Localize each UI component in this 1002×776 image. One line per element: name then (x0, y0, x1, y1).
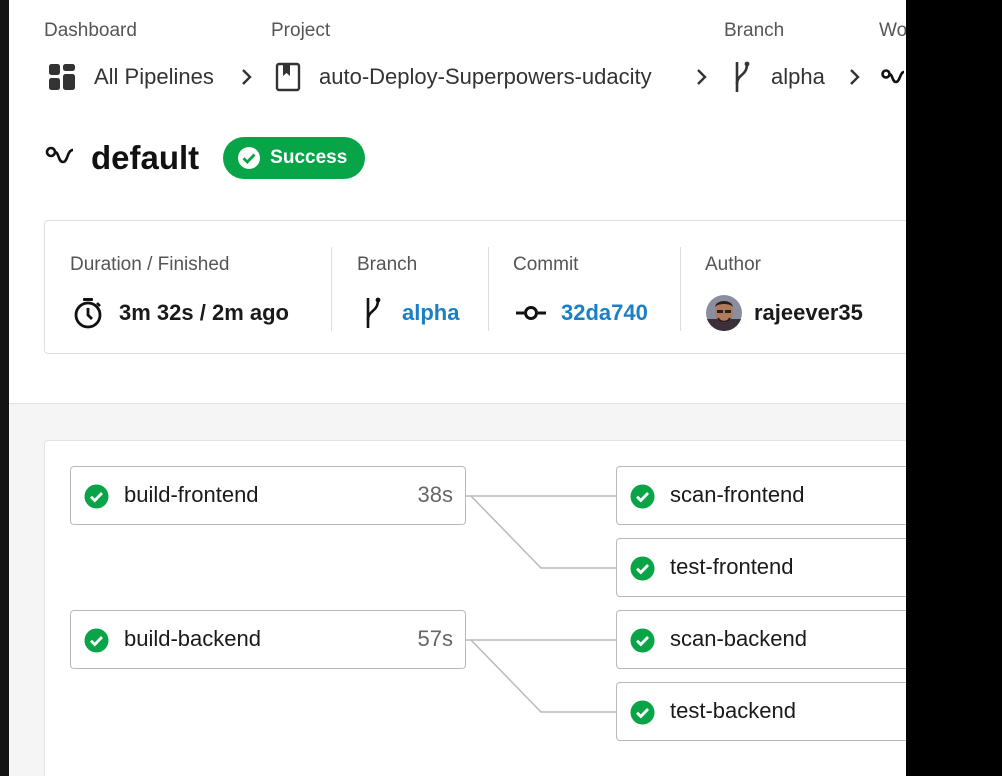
author-name: rajeever35 (754, 300, 863, 325)
info-commit-label: Commit (513, 254, 579, 275)
job-scan-frontend[interactable]: scan-frontend (616, 466, 906, 525)
job-test-backend[interactable]: test-backend (616, 682, 906, 741)
breadcrumb-project-label: auto-Deploy-Superpowers-udacity (319, 64, 652, 89)
breadcrumb-branch-label: alpha (771, 64, 825, 89)
pipeline-page: Dashboard Project Branch Wo All Pipeline… (9, 0, 906, 776)
job-test-frontend[interactable]: test-frontend (616, 538, 906, 597)
breadcrumb-label-project: Project (271, 20, 331, 41)
info-duration-label: Duration / Finished (70, 254, 230, 275)
divider (331, 247, 332, 331)
chevron-right-icon (695, 62, 709, 92)
breadcrumb-all-pipelines-label: All Pipelines (94, 64, 214, 89)
status-badge-label: Success (270, 147, 348, 168)
info-author-value: rajeever35 (706, 295, 863, 331)
breadcrumb-branch[interactable]: alpha (731, 60, 825, 94)
check-circle-icon (238, 147, 261, 169)
check-circle-icon (630, 484, 655, 509)
info-commit-value[interactable]: 32da740 (515, 297, 648, 329)
commit-icon (515, 305, 547, 321)
duration-value: 3m 32s / 2m ago (119, 300, 289, 325)
breadcrumb-all-pipelines[interactable]: All Pipelines (48, 62, 214, 92)
branch-icon (731, 60, 753, 94)
job-name: build-frontend (124, 482, 259, 507)
timer-icon (73, 297, 103, 329)
workflow-icon (45, 144, 77, 173)
job-name: scan-backend (670, 626, 807, 651)
check-circle-icon (630, 628, 655, 653)
bookmark-icon (275, 62, 301, 92)
job-name: build-backend (124, 626, 261, 651)
divider (680, 247, 681, 331)
workflow-info-card: Duration / Finished 3m 32s / 2m ago Bran… (44, 220, 906, 354)
window-background (906, 0, 1002, 776)
job-name: test-backend (670, 698, 796, 723)
job-scan-backend[interactable]: scan-backend (616, 610, 906, 669)
chevron-right-icon (848, 62, 862, 92)
job-name: test-frontend (670, 554, 794, 579)
page-title: default (91, 139, 200, 176)
breadcrumb-label-workflow: Wo (879, 20, 906, 41)
check-circle-icon (630, 556, 655, 581)
info-branch-value[interactable]: alpha (362, 297, 459, 329)
job-duration: 57s (417, 626, 453, 651)
info-branch-label: Branch (357, 254, 418, 275)
grid-icon (48, 63, 76, 91)
check-circle-icon (84, 484, 109, 509)
workflow-icon (881, 66, 906, 88)
check-circle-icon (84, 628, 109, 653)
breadcrumb-label-dashboard: Dashboard (44, 20, 137, 41)
check-circle-icon (630, 700, 655, 725)
branch-icon (362, 296, 384, 330)
job-name: scan-frontend (670, 482, 805, 507)
breadcrumb-label-branch: Branch (724, 20, 785, 41)
workflow-title-row: default Success (45, 136, 366, 180)
app-frame: Dashboard Project Branch Wo All Pipeline… (0, 0, 1002, 776)
commit-link[interactable]: 32da740 (561, 300, 648, 326)
chevron-right-icon (240, 62, 254, 92)
avatar (706, 295, 742, 331)
breadcrumb-project[interactable]: auto-Deploy-Superpowers-udacity (275, 62, 652, 92)
info-duration-value: 3m 32s / 2m ago (73, 297, 289, 329)
info-author-label: Author (705, 254, 761, 275)
window-edge (0, 0, 9, 776)
job-duration: 38s (417, 482, 453, 507)
breadcrumb-workflow[interactable] (881, 62, 906, 92)
divider (488, 247, 489, 331)
job-build-backend[interactable]: build-backend 57s (70, 610, 466, 669)
workflow-header: Dashboard Project Branch Wo All Pipeline… (9, 0, 906, 404)
status-badge: Success (223, 137, 366, 179)
workflow-graph: build-frontend 38s scan-frontend test-fr… (44, 440, 906, 776)
job-build-frontend[interactable]: build-frontend 38s (70, 466, 466, 525)
branch-link[interactable]: alpha (402, 300, 459, 326)
